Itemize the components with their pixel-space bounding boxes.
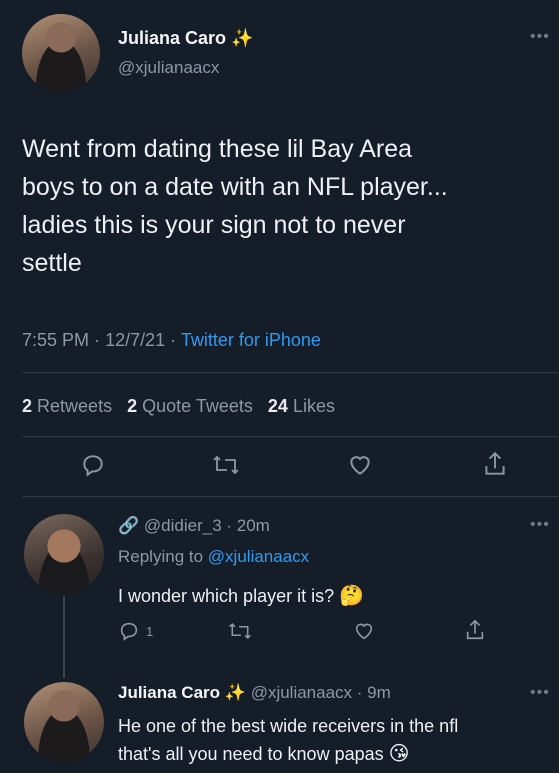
sparkle-icon: ✨ bbox=[224, 683, 246, 702]
like-icon[interactable] bbox=[346, 452, 374, 483]
more-options-icon[interactable]: ••• bbox=[530, 516, 550, 534]
link-badge-icon: 🔗 bbox=[118, 516, 140, 535]
retweets-label: Retweets bbox=[37, 396, 113, 416]
kiss-face-emoji: 😘 bbox=[388, 743, 410, 765]
author-name-row: Juliana Caro ✨ bbox=[118, 28, 253, 49]
quote-tweets-label: Quote Tweets bbox=[142, 396, 253, 416]
replying-to: Replying to @xjulianaacx bbox=[118, 547, 309, 567]
reply-count: 1 bbox=[146, 624, 154, 639]
reply-text-line: He one of the best wide receivers in the… bbox=[118, 716, 459, 736]
tweet-meta: 7:55 PM · 12/7/21 · Twitter for iPhone bbox=[22, 330, 321, 351]
reply-text-line-2: that's all you need to know papas 😘 bbox=[118, 740, 458, 768]
quote-tweets-count: 2 bbox=[127, 396, 138, 416]
reply-header: Juliana Caro ✨ @xjulianaacx · 9m bbox=[118, 683, 391, 703]
divider bbox=[22, 496, 559, 497]
reply-handle[interactable]: @xjulianaacx bbox=[251, 683, 352, 702]
reply-icon[interactable] bbox=[80, 452, 106, 483]
reply-text: He one of the best wide receivers in the… bbox=[118, 712, 458, 768]
tweet-text-line: Went from dating these lil Bay Area bbox=[22, 135, 413, 163]
reply-text-content: I wonder which player it is? bbox=[118, 586, 335, 606]
tweet-time[interactable]: 7:55 PM bbox=[22, 330, 89, 350]
reply-timestamp: · 9m bbox=[356, 683, 391, 702]
like-icon[interactable] bbox=[352, 620, 376, 647]
author-handle[interactable]: @xjulianaacx bbox=[118, 58, 219, 78]
tweet-date[interactable]: 12/7/21 bbox=[105, 330, 165, 350]
meta-separator: · bbox=[170, 330, 177, 350]
replying-to-handle[interactable]: @xjulianaacx bbox=[208, 547, 309, 566]
sparkle-icon: ✨ bbox=[231, 28, 254, 48]
reply-handle[interactable]: @didier_3 bbox=[144, 516, 222, 535]
reply-icon[interactable] bbox=[118, 620, 140, 647]
thread-line bbox=[63, 596, 65, 678]
reply-text: I wonder which player it is? 🤔 bbox=[118, 583, 364, 608]
divider bbox=[22, 436, 559, 437]
tweet-stats: 2 Retweets 2 Quote Tweets 24 Likes bbox=[22, 396, 335, 417]
replying-to-label: Replying to bbox=[118, 547, 204, 566]
reply-avatar[interactable] bbox=[24, 682, 104, 762]
likes-count: 24 bbox=[267, 396, 288, 416]
author-avatar[interactable] bbox=[22, 14, 100, 92]
retweet-icon[interactable] bbox=[212, 452, 240, 483]
tweet-text: Went from dating these lil Bay Area boys… bbox=[22, 130, 448, 282]
tweet-source-link[interactable]: Twitter for iPhone bbox=[181, 330, 321, 350]
retweets-count: 2 bbox=[22, 396, 33, 416]
likes-label: Likes bbox=[292, 396, 335, 416]
reply-text-line: that's all you need to know papas bbox=[118, 744, 384, 764]
tweet-text-line: settle bbox=[22, 249, 82, 277]
reply-timestamp: · 20m bbox=[226, 516, 270, 535]
quote-tweets-stat[interactable]: 2 Quote Tweets bbox=[127, 396, 258, 416]
share-icon[interactable] bbox=[482, 450, 508, 483]
share-icon[interactable] bbox=[464, 618, 486, 647]
tweet-text-line: boys to on a date with an NFL player... bbox=[22, 173, 448, 201]
retweets-stat[interactable]: 2 Retweets bbox=[22, 396, 117, 416]
reply-header: 🔗 @didier_3 · 20m bbox=[118, 516, 270, 536]
reply-avatar[interactable] bbox=[24, 514, 104, 594]
reply-author-name[interactable]: Juliana Caro bbox=[118, 683, 220, 702]
more-options-icon[interactable]: ••• bbox=[530, 684, 550, 702]
author-name[interactable]: Juliana Caro bbox=[118, 28, 226, 48]
likes-stat[interactable]: 24 Likes bbox=[268, 396, 335, 416]
tweet-text-line: ladies this is your sign not to never bbox=[22, 211, 406, 239]
thinking-face-emoji: 🤔 bbox=[339, 585, 365, 607]
meta-separator: · bbox=[94, 330, 101, 350]
more-options-icon[interactable]: ••• bbox=[530, 28, 550, 46]
divider bbox=[22, 372, 559, 373]
retweet-icon[interactable] bbox=[228, 620, 252, 647]
